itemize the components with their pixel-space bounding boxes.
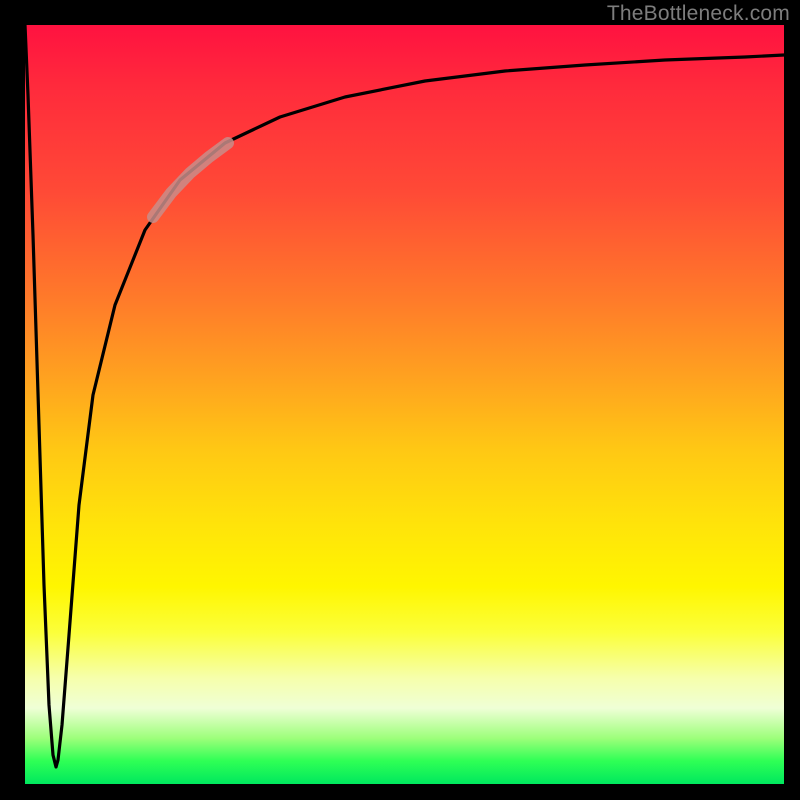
chart-stage: TheBottleneck.com [0,0,800,800]
watermark-text: TheBottleneck.com [607,2,790,26]
gradient-plot-area [25,25,784,784]
